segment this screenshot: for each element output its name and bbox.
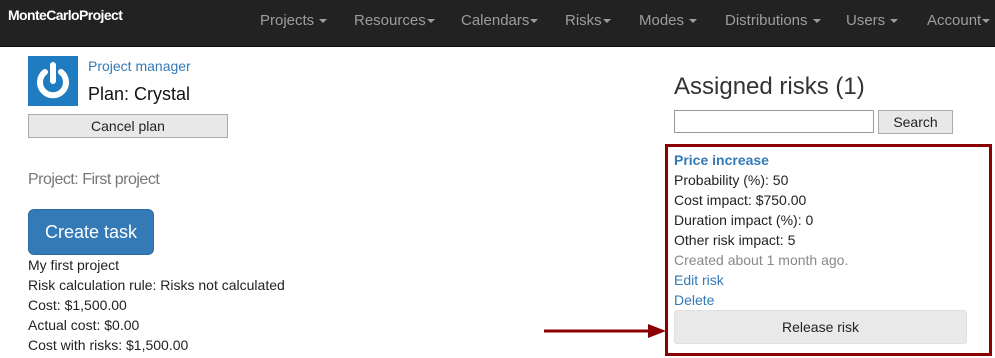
chevron-down-icon bbox=[812, 19, 821, 24]
chevron-down-icon bbox=[426, 19, 435, 24]
risk-calculation-rule: Risk calculation rule: Risks not calcula… bbox=[28, 277, 285, 293]
project-description: My first project bbox=[28, 257, 120, 273]
nav-risks-label: Risks bbox=[565, 12, 602, 29]
release-risk-button[interactable]: Release risk bbox=[674, 310, 967, 344]
risk-cost-impact: Cost impact: $750.00 bbox=[674, 192, 807, 208]
chevron-down-icon bbox=[530, 19, 539, 24]
search-button[interactable]: Search bbox=[878, 110, 953, 134]
risk-probability: Probability (%): 50 bbox=[674, 172, 789, 188]
brand-logo-text[interactable]: MonteCarloProject bbox=[8, 7, 123, 23]
chevron-down-icon bbox=[319, 19, 328, 24]
nav-account[interactable]: Account bbox=[927, 12, 991, 29]
project-manager-link[interactable]: Project manager bbox=[88, 58, 191, 74]
nav-calendars[interactable]: Calendars bbox=[461, 12, 539, 29]
risk-duration-impact: Duration impact (%): 0 bbox=[674, 212, 814, 228]
edit-risk-link[interactable]: Edit risk bbox=[674, 272, 724, 288]
risk-name-link[interactable]: Price increase bbox=[674, 152, 769, 168]
chevron-down-icon bbox=[689, 19, 698, 24]
nav-projects-label: Projects bbox=[260, 12, 315, 29]
risk-search-input[interactable] bbox=[674, 110, 874, 133]
pointer-arrow-icon bbox=[544, 324, 666, 338]
nav-modes-label: Modes bbox=[639, 12, 685, 29]
nav-account-label: Account bbox=[927, 12, 982, 29]
power-logo-icon bbox=[28, 56, 78, 106]
nav-modes[interactable]: Modes bbox=[639, 12, 698, 29]
nav-distributions-label: Distributions bbox=[725, 12, 808, 29]
plan-title: Plan: Crystal bbox=[88, 84, 191, 104]
nav-users-label: Users bbox=[846, 12, 886, 29]
nav-resources-label: Resources bbox=[354, 12, 426, 29]
chevron-down-icon bbox=[602, 19, 611, 24]
power-symbol-icon bbox=[37, 62, 69, 99]
assigned-risks-heading: Assigned risks (1) bbox=[674, 73, 865, 100]
project-title: Project: First project bbox=[28, 171, 160, 188]
create-task-button[interactable]: Create task bbox=[28, 209, 154, 255]
risk-other-impact: Other risk impact: 5 bbox=[674, 232, 796, 248]
delete-risk-link[interactable]: Delete bbox=[674, 292, 714, 308]
nav-projects[interactable]: Projects bbox=[260, 12, 328, 29]
project-cost: Cost: $1,500.00 bbox=[28, 297, 127, 313]
nav-users[interactable]: Users bbox=[846, 12, 899, 29]
nav-resources[interactable]: Resources bbox=[354, 12, 435, 29]
project-cost-with-risks: Cost with risks: $1,500.00 bbox=[28, 337, 189, 353]
cancel-plan-button[interactable]: Cancel plan bbox=[28, 114, 228, 138]
project-actual-cost: Actual cost: $0.00 bbox=[28, 317, 140, 333]
nav-distributions[interactable]: Distributions bbox=[725, 12, 821, 29]
risk-created-time: Created about 1 month ago. bbox=[674, 252, 849, 268]
chevron-down-icon bbox=[982, 19, 991, 24]
top-navbar: MonteCarloProject Projects Resources Cal… bbox=[0, 0, 995, 47]
nav-risks[interactable]: Risks bbox=[565, 12, 611, 29]
chevron-down-icon bbox=[890, 19, 899, 24]
nav-calendars-label: Calendars bbox=[461, 12, 530, 29]
